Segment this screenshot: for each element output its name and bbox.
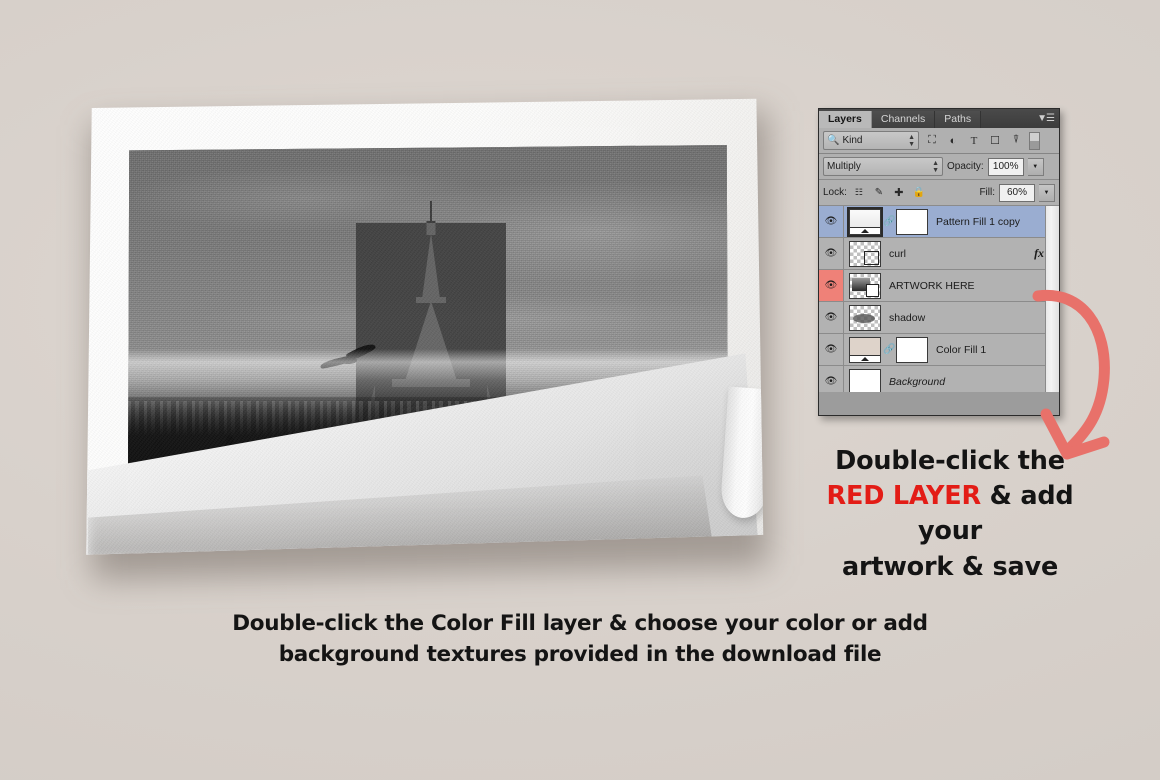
lock-all-icon[interactable]: 🔒 xyxy=(911,187,927,198)
layers-scrollbar[interactable] xyxy=(1045,206,1059,392)
layer-name: Pattern Fill 1 copy xyxy=(936,215,1021,228)
red-layer-highlight: RED LAYER xyxy=(826,481,982,512)
callout-bottom: Double-click the Color Fill layer & choo… xyxy=(140,608,1020,670)
layer-name: Color Fill 1 xyxy=(936,343,987,356)
callout-bottom-line1: Double-click the Color Fill layer & choo… xyxy=(232,611,928,636)
layer-thumbnail[interactable] xyxy=(849,368,881,392)
filter-kind-select[interactable]: 🔍 Kind ▲ ▼ xyxy=(823,131,919,150)
tab-channels[interactable]: Channels xyxy=(871,111,936,128)
layer-mask-thumbnail[interactable] xyxy=(896,336,928,363)
eye-icon: 👁 xyxy=(824,216,838,227)
layer-visibility-toggle[interactable]: 👁 xyxy=(819,270,844,301)
type-layer-icon[interactable]: T xyxy=(966,135,982,147)
layer-visibility-toggle[interactable]: 👁 xyxy=(819,366,844,392)
poster-mockup xyxy=(78,96,778,581)
lock-label: Lock: xyxy=(823,187,847,198)
pixel-layer-icon[interactable]: ⛶ xyxy=(924,134,940,147)
layer-effects-icon[interactable]: fx xyxy=(1034,246,1044,261)
blend-mode-select[interactable]: Multiply ▲ ▼ xyxy=(823,157,943,176)
mask-link-icon[interactable]: 🔗 xyxy=(883,216,895,227)
opacity-value[interactable]: 100% xyxy=(987,157,1024,176)
filter-toggle-switch[interactable] xyxy=(1029,131,1040,150)
tab-layers[interactable]: Layers xyxy=(819,111,872,128)
eye-icon: 👁 xyxy=(824,344,838,355)
fill-dropdown-icon[interactable]: ▼ xyxy=(1039,183,1055,202)
lock-transparency-icon[interactable]: ☷ xyxy=(851,187,867,198)
layer-visibility-toggle[interactable]: 👁 xyxy=(819,302,844,333)
layer-visibility-toggle[interactable]: 👁 xyxy=(819,334,844,365)
layer-name: curl xyxy=(889,247,906,260)
layer-visibility-toggle[interactable]: 👁 xyxy=(819,206,844,237)
layer-row[interactable]: 👁 shadow xyxy=(819,302,1059,334)
blend-mode-value: Multiply xyxy=(827,161,861,172)
layer-visibility-toggle[interactable]: 👁 xyxy=(819,238,844,269)
eye-icon: 👁 xyxy=(824,312,838,323)
callout-right-line1: Double-click the xyxy=(835,446,1065,476)
layer-filter-row: 🔍 Kind ▲ ▼ ⛶ ◐ T ☐ ⍒ xyxy=(819,128,1059,154)
layers-panel[interactable]: Layers Channels Paths ▼☰ 🔍 Kind ▲ ▼ ⛶ ◐ T… xyxy=(818,108,1060,416)
layer-row[interactable]: 👁 🔗 Color Fill 1 xyxy=(819,334,1059,366)
shape-layer-icon[interactable]: ☐ xyxy=(987,134,1003,147)
layer-name: ARTWORK HERE xyxy=(889,279,975,292)
layer-mask-thumbnail[interactable] xyxy=(896,208,928,235)
layer-row[interactable]: 👁 ARTWORK HERE xyxy=(819,270,1059,302)
smart-object-icon[interactable]: ⍒ xyxy=(1008,134,1024,147)
eye-icon: 👁 xyxy=(824,248,838,259)
eye-icon: 👁 xyxy=(824,376,838,387)
layer-thumbnail[interactable] xyxy=(847,206,883,237)
panel-menu-icon[interactable]: ▼☰ xyxy=(1037,113,1055,124)
blend-mode-row: Multiply ▲ ▼ Opacity: 100% ▼ xyxy=(819,154,1059,180)
poster-paper-sheet xyxy=(86,98,764,555)
layer-thumbnail[interactable] xyxy=(849,336,881,363)
callout-right-line2: RED LAYER & add your xyxy=(812,479,1088,549)
layers-list[interactable]: 👁 🔗 Pattern Fill 1 copy 👁 curl fx ▼ xyxy=(819,206,1059,392)
lock-image-icon[interactable]: ✎ xyxy=(871,187,887,198)
layer-row[interactable]: 👁 curl fx ▼ xyxy=(819,238,1059,270)
filter-kind-label: Kind xyxy=(842,135,863,146)
layer-name: shadow xyxy=(889,311,926,324)
callout-right: Double-click the RED LAYER & add your ar… xyxy=(812,444,1088,585)
chevron-updown-icon: ▲ ▼ xyxy=(908,133,915,148)
layer-thumbnail[interactable] xyxy=(849,240,881,267)
layer-row[interactable]: 👁 🔗 Pattern Fill 1 copy xyxy=(819,206,1059,238)
callout-right-line3: artwork & save xyxy=(841,551,1059,582)
mask-link-icon[interactable]: 🔗 xyxy=(883,344,895,355)
layer-thumbnail[interactable] xyxy=(849,304,881,331)
opacity-dropdown-icon[interactable]: ▼ xyxy=(1027,157,1044,176)
tab-paths[interactable]: Paths xyxy=(935,111,982,128)
eiffel-tower-photo xyxy=(128,145,728,479)
fill-label: Fill: xyxy=(979,187,995,198)
lock-row: Lock: ☷ ✎ ✚ 🔒 Fill: 60% ▼ xyxy=(819,180,1059,206)
chevron-updown-icon: ▲ ▼ xyxy=(932,159,939,174)
opacity-label: Opacity: xyxy=(947,161,984,172)
layer-row[interactable]: 👁 Background 🔒 xyxy=(819,366,1059,392)
lock-position-icon[interactable]: ✚ xyxy=(891,186,907,199)
eye-icon: 👁 xyxy=(824,280,838,291)
search-icon: 🔍 xyxy=(827,135,840,146)
layer-name: Background xyxy=(889,375,946,388)
layer-thumbnail[interactable] xyxy=(849,272,881,299)
panel-tab-strip: Layers Channels Paths ▼☰ xyxy=(819,109,1059,128)
photo-crowd xyxy=(128,397,728,479)
callout-bottom-line2: background textures provided in the down… xyxy=(278,642,882,668)
fill-value[interactable]: 60% xyxy=(999,183,1035,202)
adjustment-layer-icon[interactable]: ◐ xyxy=(945,135,961,147)
